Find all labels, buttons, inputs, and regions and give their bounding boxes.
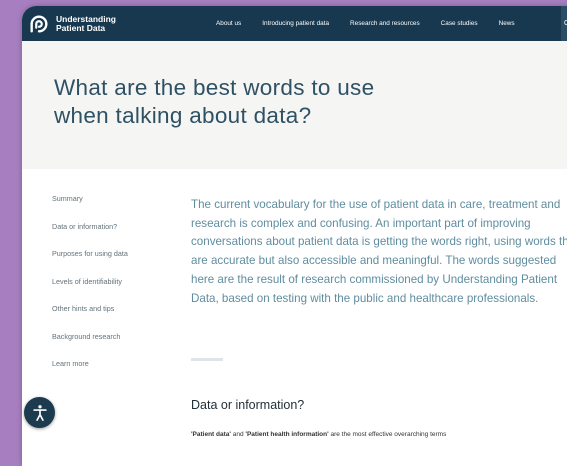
sidebar-item-summary[interactable]: Summary <box>52 194 128 222</box>
section-divider <box>191 358 223 361</box>
brand-logo[interactable]: Understanding Patient Data <box>28 13 116 35</box>
brand-name: Understanding Patient Data <box>56 14 116 33</box>
sidebar-item-hints[interactable]: Other hints and tips <box>52 304 128 332</box>
nav-about-us[interactable]: About us <box>216 20 241 27</box>
browser-page: Understanding Patient Data About us Intr… <box>22 6 567 466</box>
page-title: What are the best words to use when talk… <box>54 75 375 128</box>
brand-line-2: Patient Data <box>56 22 106 33</box>
sidebar-nav: Summary Data or information? Purposes fo… <box>52 194 128 387</box>
sidebar-item-purposes[interactable]: Purposes for using data <box>52 249 128 277</box>
accessibility-button[interactable] <box>24 397 55 428</box>
sidebar-item-learn-more[interactable]: Learn more <box>52 359 128 387</box>
sidebar-item-levels[interactable]: Levels of identifiability <box>52 277 128 305</box>
nav-menu: About us Introducing patient data Resear… <box>216 6 536 41</box>
accessibility-icon <box>32 404 47 421</box>
nav-research-and-resources[interactable]: Research and resources <box>350 20 420 27</box>
intro-paragraph: The current vocabulary for the use of pa… <box>191 198 567 305</box>
nav-cutoff-item[interactable]: C <box>561 6 567 41</box>
hero-banner: What are the best words to use when talk… <box>22 41 567 169</box>
brand-logo-icon <box>30 15 48 33</box>
section-title: Data or information? <box>191 398 305 412</box>
nav-news[interactable]: News <box>499 20 515 27</box>
sidebar-item-background[interactable]: Background research <box>52 332 128 360</box>
top-navbar: Understanding Patient Data About us Intr… <box>22 6 567 41</box>
nav-case-studies[interactable]: Case studies <box>441 20 478 27</box>
sidebar-item-data-or-information[interactable]: Data or information? <box>52 222 128 250</box>
nav-introducing-patient-data[interactable]: Introducing patient data <box>262 20 329 27</box>
